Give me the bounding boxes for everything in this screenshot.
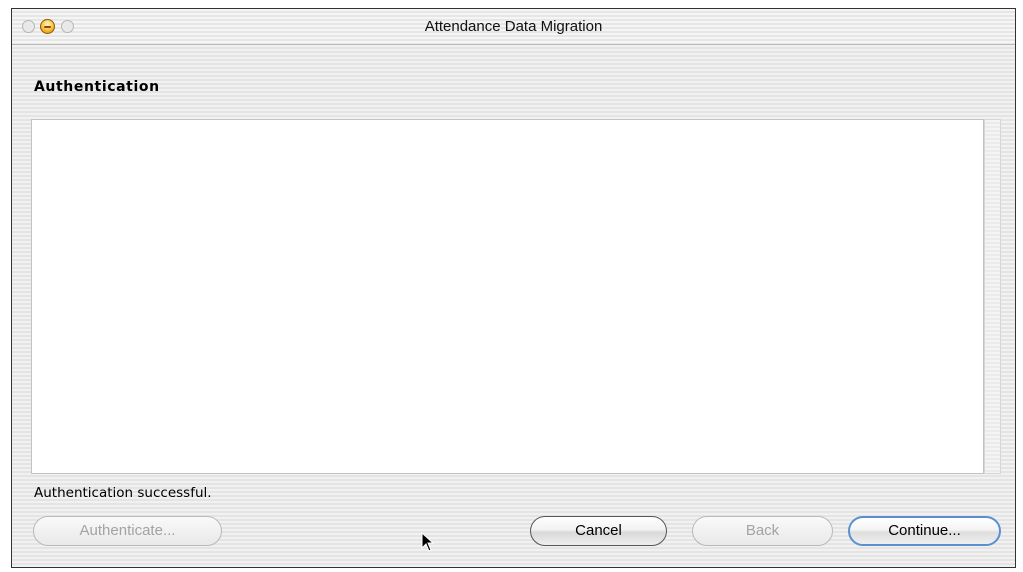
continue-button[interactable]: Continue... [848, 516, 1001, 546]
installer-window: Attendance Data Migration Authentication… [11, 8, 1016, 568]
vertical-scrollbar[interactable] [984, 119, 1001, 474]
log-text-area[interactable] [31, 119, 984, 474]
title-bar[interactable]: Attendance Data Migration [12, 9, 1015, 45]
mouse-pointer-icon [421, 532, 435, 552]
back-button[interactable]: Back [692, 516, 833, 546]
page-heading: Authentication [34, 79, 160, 95]
cancel-button[interactable]: Cancel [530, 516, 667, 546]
status-message: Authentication successful. [34, 485, 212, 501]
window-title: Attendance Data Migration [424, 18, 603, 35]
authenticate-button[interactable]: Authenticate... [33, 516, 222, 546]
